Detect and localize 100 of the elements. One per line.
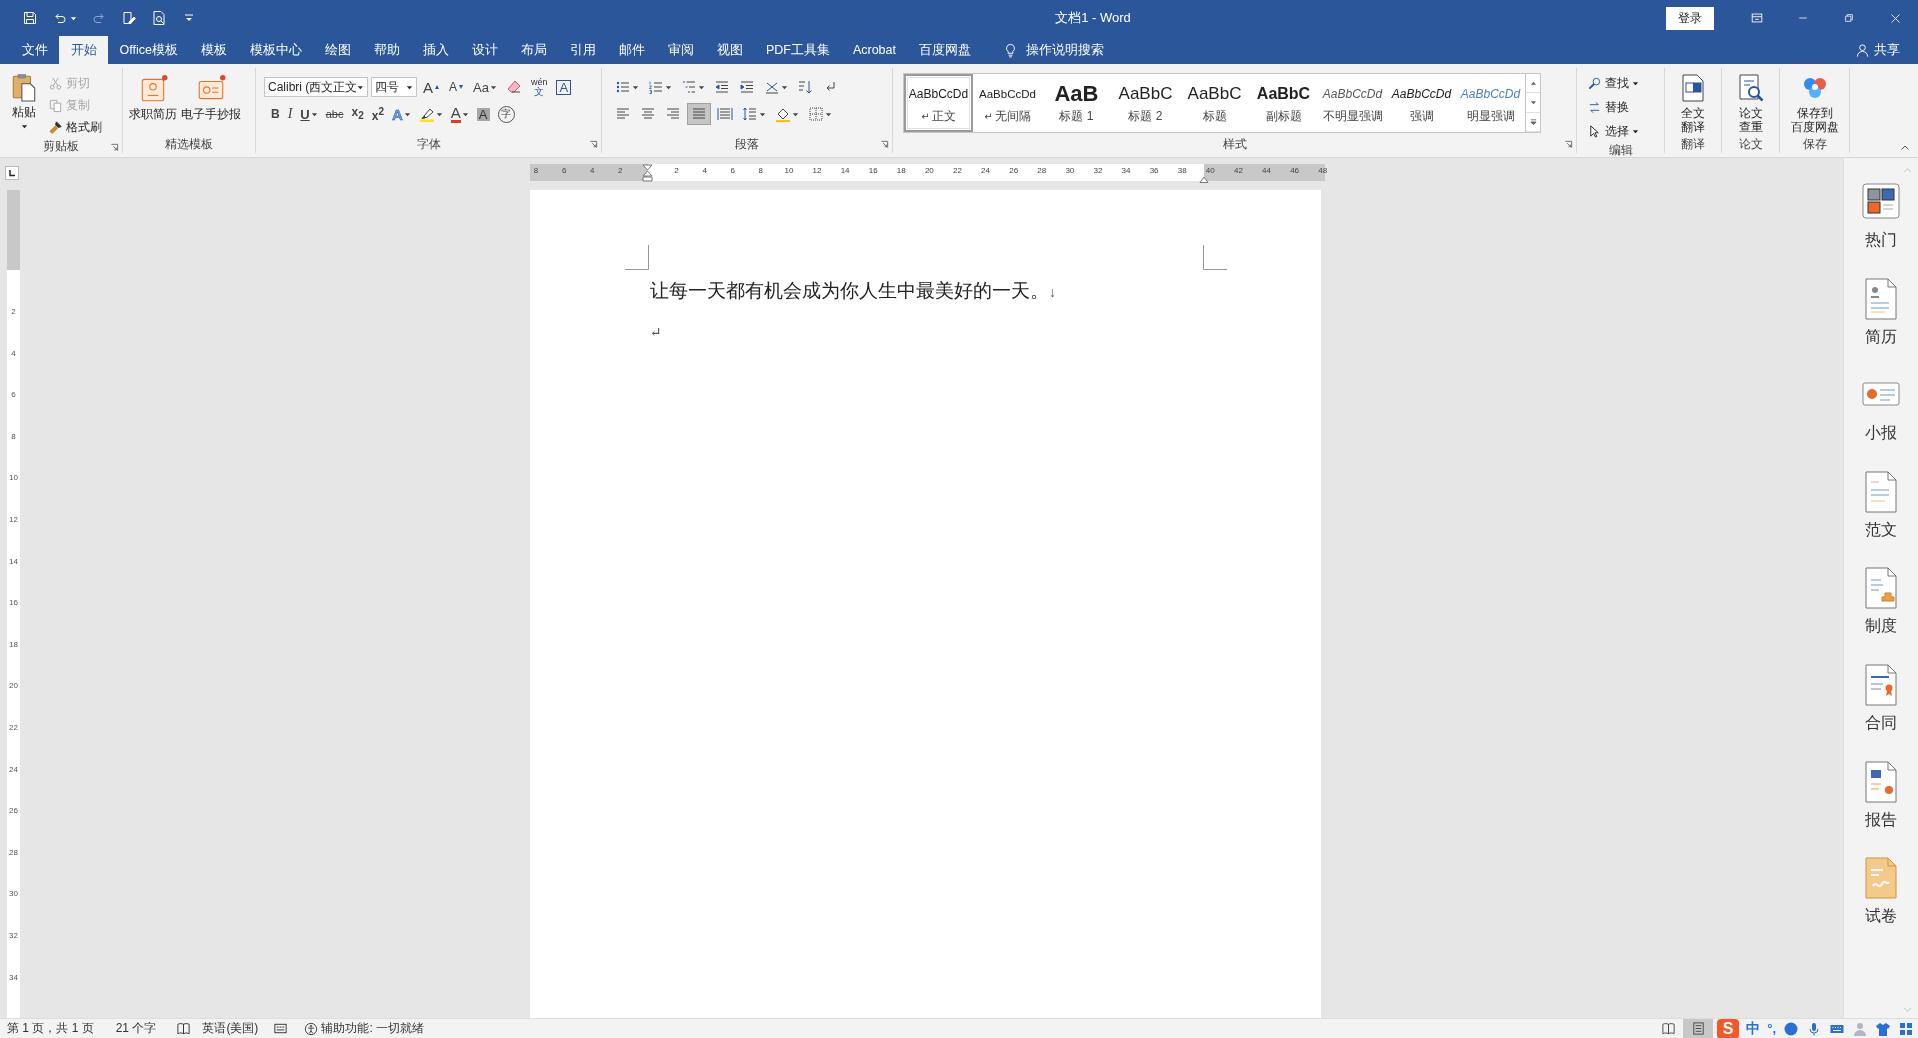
phonetic-button[interactable]: wén 文 <box>527 76 551 98</box>
tell-me-search[interactable]: 操作说明搜索 <box>996 36 1110 64</box>
punctuation-mode[interactable]: °, <box>1767 1021 1776 1036</box>
input-mode[interactable]: 中 <box>1746 1019 1761 1038</box>
book-icon <box>176 1021 192 1036</box>
template-category[interactable]: 试卷 <box>1861 856 1901 953</box>
ribbon-tab[interactable]: 视图 <box>705 36 755 64</box>
ribbon-tab[interactable]: 绘图 <box>313 36 363 64</box>
more-icon <box>1529 117 1537 126</box>
align-left-icon <box>615 106 631 122</box>
ruler-number: 34 <box>8 971 19 984</box>
italic-button[interactable]: I <box>284 103 296 125</box>
shading-button[interactable]: A <box>473 103 493 125</box>
thesis-button[interactable]: 论文 查重 <box>1734 72 1767 134</box>
proofing-button[interactable] <box>176 1021 192 1036</box>
style-item[interactable]: AaBbC 标题 <box>1180 74 1249 132</box>
ribbon-tab[interactable]: 设计 <box>460 36 510 64</box>
indent-marker[interactable] <box>642 162 653 184</box>
dialog-launcher[interactable] <box>589 140 598 149</box>
person-icon <box>1852 1020 1868 1037</box>
accessibility-icon <box>304 1021 319 1036</box>
style-item[interactable]: AaB 标题 1 <box>1042 74 1111 132</box>
share-button[interactable]: 共享 <box>1847 36 1918 64</box>
ribbon-tab[interactable]: 引用 <box>558 36 608 64</box>
style-item[interactable]: AaBbCcDd ↵ 正文 <box>904 74 973 132</box>
paintbrush-button[interactable]: 格式刷 <box>48 116 102 138</box>
strike-button[interactable]: abc <box>322 103 347 125</box>
print-view-button[interactable] <box>1683 1019 1714 1038</box>
save-button[interactable]: 保存到 百度网盘 <box>1790 72 1839 134</box>
login-button[interactable]: 登录 <box>1666 6 1714 30</box>
style-item[interactable]: AaBbCcDd ↵ 无间隔 <box>973 74 1042 132</box>
sup-button[interactable]: x$^{2}$ <box>368 103 387 125</box>
accessibility-status[interactable]: 辅助功能: 一切就绪 <box>304 1020 425 1037</box>
ribbon-tab[interactable]: 模板 <box>189 36 239 64</box>
font-size-field[interactable]: 四号 <box>371 77 417 97</box>
ruler-number: 2 <box>617 166 624 175</box>
word-count[interactable]: 21 个字 <box>115 1020 157 1037</box>
caret-icon <box>489 83 497 91</box>
clipboard-icon <box>11 72 37 102</box>
dialog-launcher[interactable] <box>1564 140 1573 149</box>
ruler-number: 38 <box>1176 166 1188 175</box>
replace-button[interactable]: 替换 <box>1587 96 1664 118</box>
borders-icon <box>808 106 824 122</box>
style-item[interactable]: AaBbC 副标题 <box>1249 74 1318 132</box>
ruler-number: 8 <box>532 166 540 175</box>
ribbon-tab[interactable]: Office模板 <box>108 36 190 64</box>
shirt-icon <box>1875 1020 1891 1037</box>
template-category[interactable]: 合同 <box>1861 662 1901 760</box>
justify-button[interactable] <box>687 103 711 125</box>
ribbon-tab[interactable]: 插入 <box>411 36 461 64</box>
ruler-number: 32 <box>8 930 19 942</box>
grow-button[interactable]: A <box>420 76 443 98</box>
page-count[interactable]: 第 1 页，共 1 页 <box>7 1020 94 1037</box>
ribbon-tab[interactable]: Acrobat <box>841 36 908 64</box>
translate-button[interactable]: 全文 翻译 <box>1677 72 1709 134</box>
style-item[interactable]: AaBbCcDd 强调 <box>1387 74 1456 132</box>
language[interactable]: 英语(美国) <box>202 1020 259 1037</box>
macro-button[interactable] <box>273 1021 289 1036</box>
ribbon-tab[interactable]: 帮助 <box>362 36 412 64</box>
ribbon-tab[interactable]: PDF工具集 <box>754 36 842 64</box>
ruler-number: 18 <box>895 166 907 175</box>
font-name-field[interactable]: Calibri (西文正文 <box>264 77 368 97</box>
caret-icon <box>825 110 832 118</box>
template-category[interactable]: 简历 <box>1861 276 1901 374</box>
dialog-launcher[interactable] <box>880 140 889 149</box>
ruler-number: 30 <box>8 888 19 901</box>
template-category[interactable]: 热门 <box>1861 180 1901 277</box>
bold-button[interactable]: B <box>268 103 283 125</box>
style-item[interactable]: AaBbCcDd 不明显强调 <box>1318 74 1387 132</box>
dialog-launcher[interactable] <box>110 143 119 152</box>
template-category[interactable]: 范文 <box>1861 469 1901 567</box>
tab-selector[interactable] <box>5 166 19 180</box>
shrink-button[interactable]: A <box>446 76 468 98</box>
caret-icon <box>1632 79 1639 87</box>
template-category[interactable]: 制度 <box>1861 566 1901 663</box>
sort-icon <box>797 79 813 95</box>
template-category[interactable]: 小报 <box>1861 373 1901 470</box>
bullet-list-icon <box>615 79 631 95</box>
ribbon-tab[interactable]: 布局 <box>509 36 559 64</box>
paste-button[interactable]: 粘贴 <box>6 72 42 130</box>
case-button[interactable]: Aa <box>470 76 500 98</box>
ribbon-tab[interactable]: 邮件 <box>607 36 657 64</box>
template-button[interactable]: 求职简历 <box>129 74 177 123</box>
color-button[interactable]: A <box>447 103 472 125</box>
dialog-launcher-icon <box>880 140 889 149</box>
style-item[interactable]: AaBbCcDd 明显强调 <box>1456 74 1525 132</box>
sub-button[interactable]: x$_{2}$ <box>348 103 367 125</box>
ribbon-tab[interactable]: 模板中心 <box>238 36 314 64</box>
ribbon-tab[interactable]: 文件 <box>10 36 59 64</box>
tab-stop-icon <box>8 169 16 177</box>
style-item[interactable]: AaBbC 标题 2 <box>1111 74 1180 132</box>
ribbon-tab[interactable]: 开始 <box>59 36 108 64</box>
template-category[interactable]: 报告 <box>1861 759 1901 857</box>
ribbon-tab[interactable]: 百度网盘 <box>907 36 983 64</box>
right-indent-marker[interactable] <box>1199 176 1209 183</box>
select-button[interactable]: 选择 <box>1587 120 1664 142</box>
template-button[interactable]: 电子手抄报 <box>181 74 241 123</box>
underline-button[interactable]: U <box>297 103 321 125</box>
find-button[interactable]: 查找 <box>1587 72 1664 94</box>
ribbon-tab[interactable]: 审阅 <box>656 36 706 64</box>
